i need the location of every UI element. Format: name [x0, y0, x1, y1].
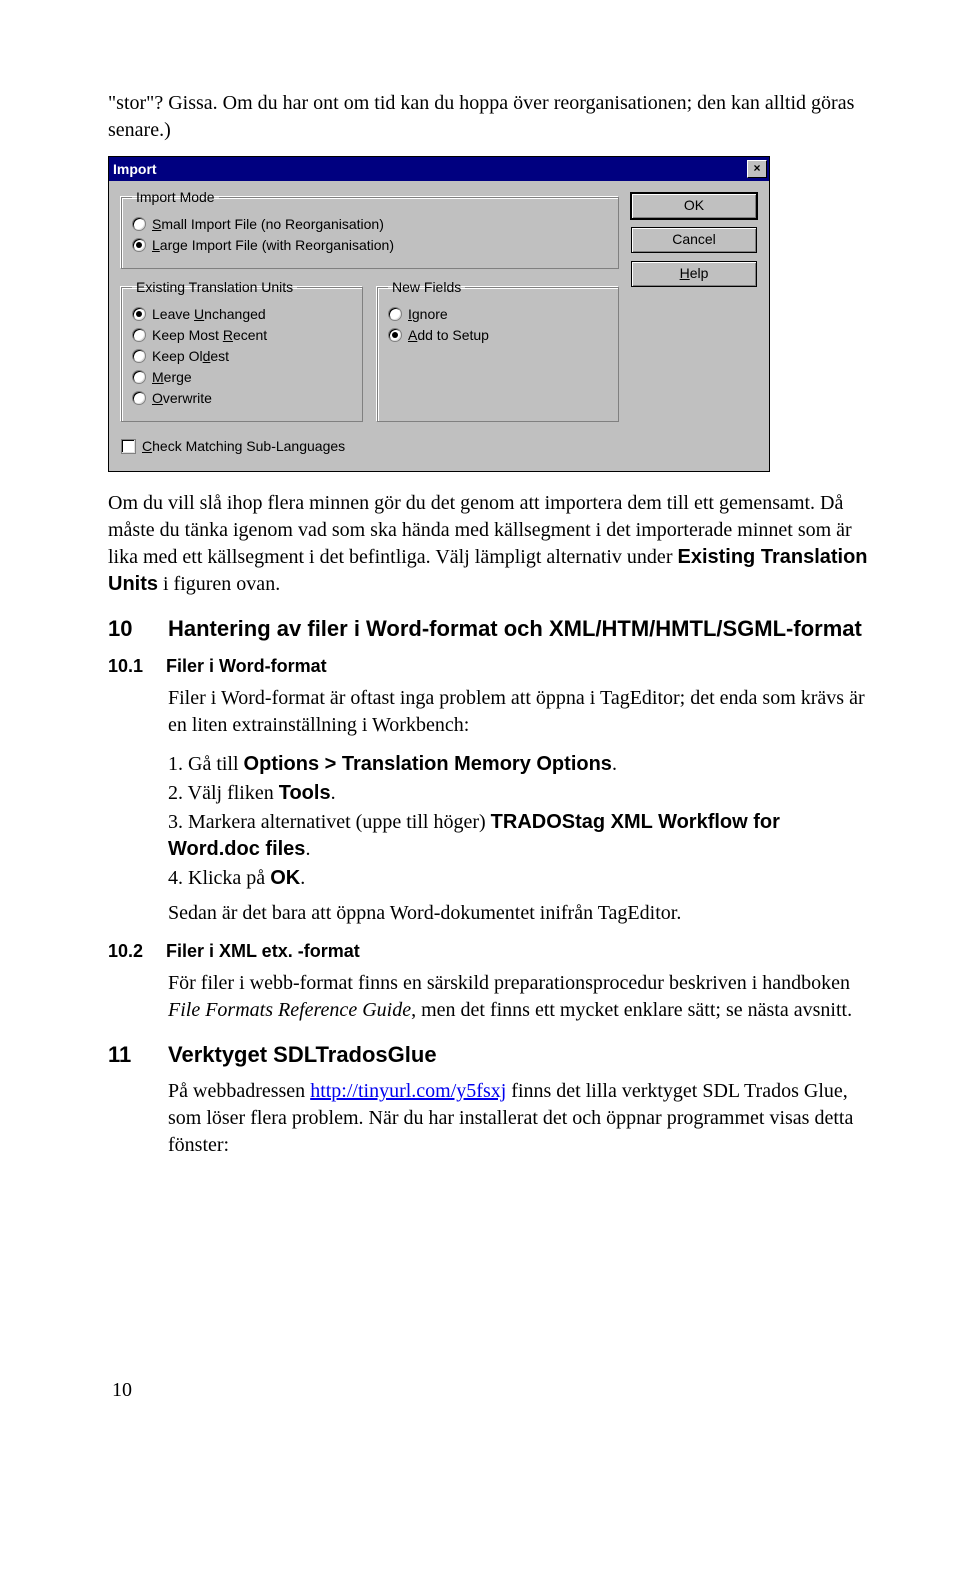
radio-icon	[132, 349, 146, 363]
radio-icon	[132, 307, 146, 321]
subheading-number: 10.2	[108, 941, 148, 962]
heading-number: 11	[108, 1042, 144, 1068]
radio-label: Keep Most Recent	[152, 327, 267, 343]
import-mode-legend: Import Mode	[132, 189, 219, 205]
radio-ignore[interactable]: Ignore	[388, 306, 608, 322]
import-dialog: Import × Import Mode Small Import File (…	[108, 156, 770, 472]
existing-units-legend: Existing Translation Units	[132, 279, 297, 295]
checkbox-icon	[121, 439, 136, 454]
heading-10: 10 Hantering av filer i Word-format och …	[108, 616, 870, 642]
radio-icon	[132, 391, 146, 405]
checkbox-label: Check Matching Sub-Languages	[142, 438, 345, 454]
radio-label: Merge	[152, 369, 192, 385]
section-10-1-paragraph: Filer i Word-format är oftast inga probl…	[168, 685, 870, 739]
section-11-paragraph: På webbadressen http://tinyurl.com/y5fsx…	[168, 1078, 870, 1159]
section-10-2-paragraph: För filer i webb-format finns en särskil…	[168, 970, 870, 1024]
check-matching-sublang[interactable]: Check Matching Sub-Languages	[121, 438, 619, 454]
radio-label: Small Import File (no Reorganisation)	[152, 216, 384, 232]
list-item: 2. Välj fliken Tools.	[168, 780, 870, 807]
radio-label: Add to Setup	[408, 327, 489, 343]
new-fields-group: New Fields Ignore Add to Setup	[377, 279, 619, 422]
radio-label: Keep Oldest	[152, 348, 229, 364]
radio-label: Overwrite	[152, 390, 212, 406]
radio-overwrite[interactable]: Overwrite	[132, 390, 352, 406]
list-item: 3. Markera alternativet (uppe till höger…	[168, 809, 870, 863]
radio-icon	[132, 370, 146, 384]
heading-11: 11 Verktyget SDLTradosGlue	[108, 1042, 870, 1068]
subheading-title: Filer i XML etx. -format	[166, 941, 360, 962]
list-item: 1. Gå till Options > Translation Memory …	[168, 751, 870, 778]
radio-keep-most-recent[interactable]: Keep Most Recent	[132, 327, 352, 343]
tinyurl-link[interactable]: http://tinyurl.com/y5fsxj	[310, 1080, 506, 1102]
radio-large-import[interactable]: Large Import File (with Reorganisation)	[132, 237, 608, 253]
subheading-number: 10.1	[108, 656, 148, 677]
existing-units-group: Existing Translation Units Leave Unchang…	[121, 279, 363, 422]
radio-label: Ignore	[408, 306, 448, 322]
radio-icon	[132, 328, 146, 342]
intro-paragraph: "stor"? Gissa. Om du har ont om tid kan …	[108, 90, 870, 144]
radio-small-import[interactable]: Small Import File (no Reorganisation)	[132, 216, 608, 232]
heading-number: 10	[108, 616, 144, 642]
radio-icon	[132, 217, 146, 231]
heading-title: Hantering av filer i Word-format och XML…	[168, 616, 862, 642]
radio-merge[interactable]: Merge	[132, 369, 352, 385]
radio-leave-unchanged[interactable]: Leave Unchanged	[132, 306, 352, 322]
numbered-list: 1. Gå till Options > Translation Memory …	[168, 751, 870, 892]
section-10-1-closing: Sedan är det bara att öppna Word-dokumen…	[168, 900, 870, 927]
ok-button[interactable]: OK	[631, 193, 757, 219]
dialog-title: Import	[113, 161, 157, 177]
page-number: 10	[112, 1379, 870, 1402]
help-button[interactable]: Help	[631, 261, 757, 287]
after-dialog-paragraph: Om du vill slå ihop flera minnen gör du …	[108, 490, 870, 598]
cancel-button[interactable]: Cancel	[631, 227, 757, 253]
import-mode-group: Import Mode Small Import File (no Reorga…	[121, 189, 619, 269]
list-item: 4. Klicka på OK.	[168, 865, 870, 892]
close-icon[interactable]: ×	[747, 160, 767, 178]
new-fields-legend: New Fields	[388, 279, 465, 295]
radio-label: Large Import File (with Reorganisation)	[152, 237, 394, 253]
radio-keep-oldest[interactable]: Keep Oldest	[132, 348, 352, 364]
subheading-10-2: 10.2 Filer i XML etx. -format	[108, 941, 870, 962]
subheading-title: Filer i Word-format	[166, 656, 327, 677]
radio-add-to-setup[interactable]: Add to Setup	[388, 327, 608, 343]
dialog-titlebar: Import ×	[109, 157, 769, 181]
subheading-10-1: 10.1 Filer i Word-format	[108, 656, 870, 677]
radio-icon	[388, 328, 402, 342]
radio-label: Leave Unchanged	[152, 306, 266, 322]
heading-title: Verktyget SDLTradosGlue	[168, 1042, 437, 1068]
radio-icon	[132, 238, 146, 252]
radio-icon	[388, 307, 402, 321]
